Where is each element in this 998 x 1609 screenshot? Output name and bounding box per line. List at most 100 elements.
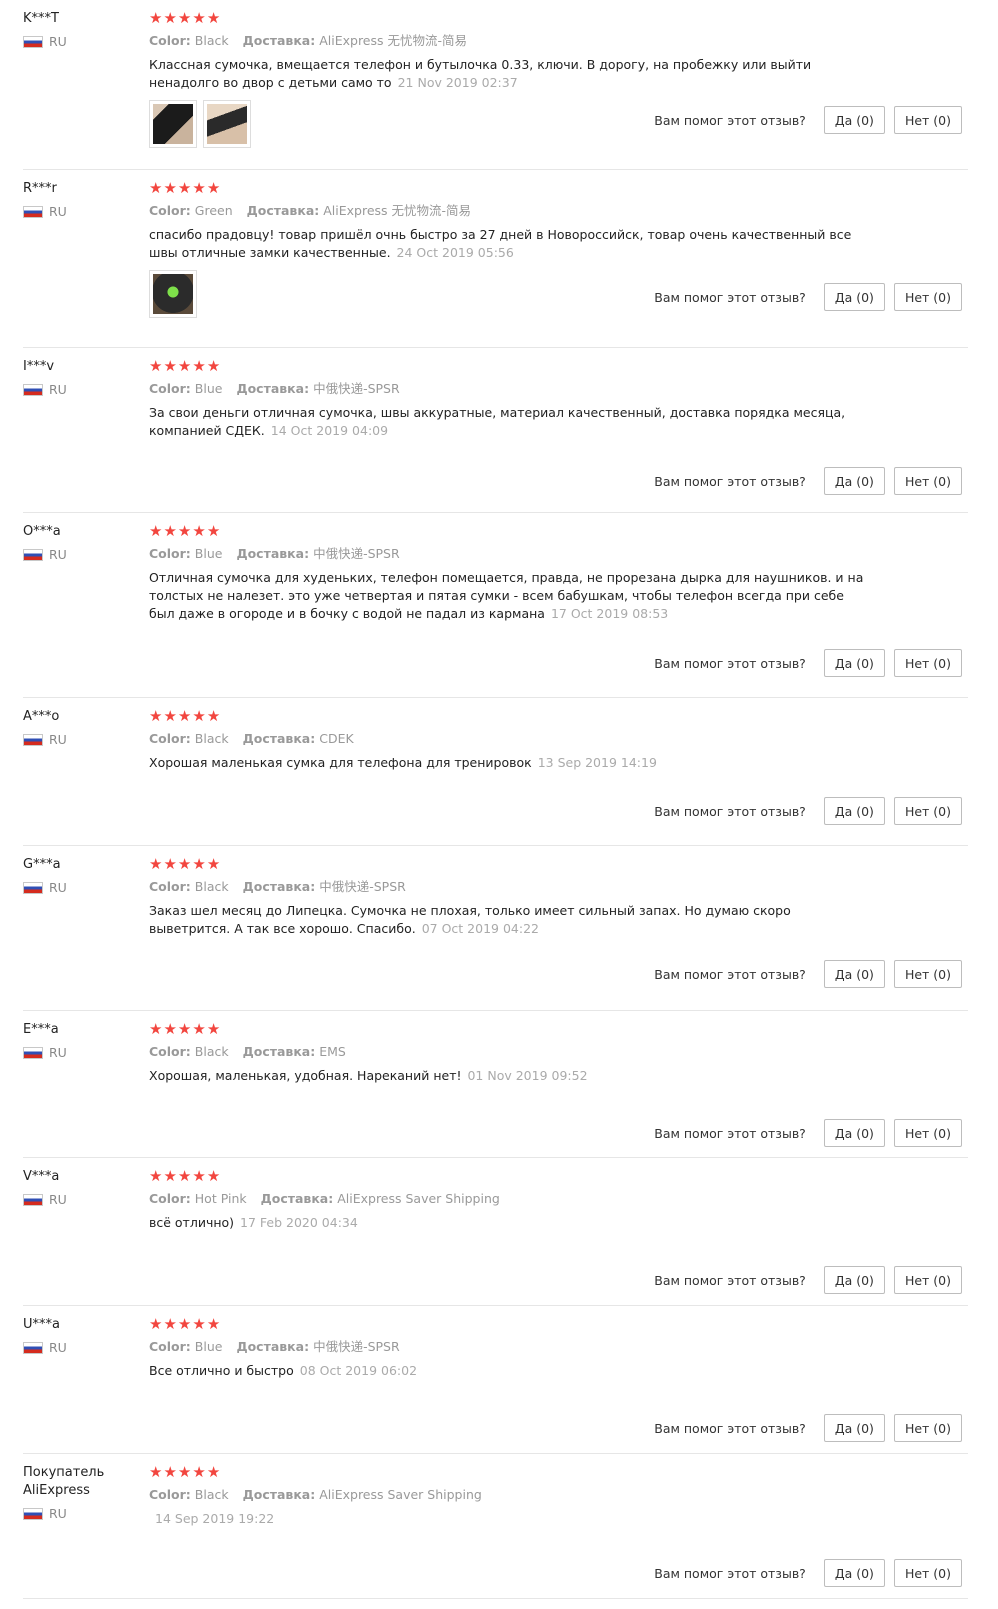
vote-yes-button[interactable]: Да (0)	[823, 467, 885, 495]
vote-no-button[interactable]: Нет (0)	[893, 1414, 962, 1442]
star-icon: ★	[206, 179, 222, 197]
vote-yes-button[interactable]: Да (0)	[823, 1414, 885, 1442]
helpful-question: Вам помог этот отзыв?	[654, 1125, 806, 1141]
vote-yes-button[interactable]: Да (0)	[823, 283, 885, 311]
star-icon: ★	[177, 1315, 193, 1333]
reviewer-name: V***a	[23, 1169, 60, 1184]
star-icon: ★	[206, 1315, 222, 1333]
vote-no-button[interactable]: Нет (0)	[893, 1559, 962, 1587]
vote-no-button[interactable]: Нет (0)	[893, 283, 962, 311]
star-icon: ★	[149, 357, 164, 375]
order-info: Color: Black Доставка: AliExpress 无忧物流-简…	[149, 33, 869, 49]
vote-no-button[interactable]: Нет (0)	[893, 797, 962, 825]
color-value: Black	[194, 879, 229, 894]
reviewer-info: K***T RU	[23, 10, 133, 49]
reviewer-info: I***v RU	[23, 358, 133, 397]
helpful-vote: Вам помог этот отзыв? Да (0) Нет (0)	[654, 1266, 962, 1294]
shipping-value: 中俄快递-SPSR	[319, 879, 406, 894]
reviewer-info: A***o RU	[23, 708, 133, 747]
star-icon: ★	[163, 1167, 178, 1185]
review-content: ★★★★★ Color: Blue Доставка: 中俄快递-SPSR Вс…	[149, 1316, 869, 1380]
review-photo-thumbnail[interactable]	[203, 100, 251, 148]
reviewer-country: RU	[23, 204, 133, 219]
country-code: RU	[49, 382, 67, 397]
star-rating: ★★★★★	[149, 1464, 869, 1480]
review-photo-thumbnail[interactable]	[149, 270, 197, 318]
star-icon: ★	[192, 1020, 207, 1038]
shipping-label: Доставка:	[242, 33, 316, 48]
reviewer-country: RU	[23, 1192, 133, 1207]
star-icon: ★	[192, 855, 207, 873]
vote-yes-button[interactable]: Да (0)	[823, 1119, 885, 1147]
review-text: Хорошая, маленькая, удобная. Нареканий н…	[149, 1068, 462, 1083]
star-rating: ★★★★★	[149, 708, 869, 724]
shipping-value: AliExpress 无忧物流-简易	[319, 33, 468, 48]
vote-yes-button[interactable]: Да (0)	[823, 106, 885, 134]
vote-yes-button[interactable]: Да (0)	[823, 1266, 885, 1294]
color-label: Color:	[149, 1339, 191, 1354]
star-icon: ★	[163, 707, 178, 725]
star-icon: ★	[192, 1463, 207, 1481]
order-info: Color: Blue Доставка: 中俄快递-SPSR	[149, 546, 869, 562]
review-text: Хорошая маленькая сумка для телефона для…	[149, 755, 532, 770]
review-date: 24 Oct 2019 05:56	[396, 245, 514, 260]
reviewer-country: RU	[23, 34, 133, 49]
helpful-vote: Вам помог этот отзыв? Да (0) Нет (0)	[654, 649, 962, 677]
vote-yes-button[interactable]: Да (0)	[823, 1559, 885, 1587]
vote-no-button[interactable]: Нет (0)	[893, 960, 962, 988]
review-date: 07 Oct 2019 04:22	[421, 921, 539, 936]
color-value: Black	[194, 1044, 229, 1059]
star-icon: ★	[177, 9, 193, 27]
review-content: ★★★★★ Color: Black Доставка: AliExpress …	[149, 1464, 869, 1528]
vote-no-button[interactable]: Нет (0)	[893, 649, 962, 677]
vote-no-button[interactable]: Нет (0)	[893, 106, 962, 134]
reviewer-country: RU	[23, 1045, 133, 1060]
helpful-question: Вам помог этот отзыв?	[654, 1420, 806, 1436]
star-icon: ★	[206, 855, 222, 873]
feedback-list: K***T RU ★★★★★ Color: Black Доставка: Al…	[0, 0, 998, 1609]
reviewer-name: G***a	[23, 857, 61, 872]
helpful-question: Вам помог этот отзыв?	[654, 1565, 806, 1581]
review-text-block: Заказ шел месяц до Липецка. Сумочка не п…	[149, 902, 869, 938]
vote-yes-button[interactable]: Да (0)	[823, 649, 885, 677]
reviewer-info: R***r RU	[23, 180, 133, 219]
star-icon: ★	[206, 1463, 222, 1481]
review-date: 21 Nov 2019 02:37	[397, 75, 518, 90]
star-rating: ★★★★★	[149, 1021, 869, 1037]
star-icon: ★	[163, 357, 178, 375]
country-code: RU	[49, 1045, 67, 1060]
reviewer-info: E***a RU	[23, 1021, 133, 1060]
review-date: 14 Sep 2019 19:22	[155, 1511, 275, 1526]
vote-yes-button[interactable]: Да (0)	[823, 960, 885, 988]
reviewer-name: K***T	[23, 11, 59, 26]
review-text-block: Хорошая, маленькая, удобная. Нареканий н…	[149, 1067, 869, 1085]
reviewer-country: RU	[23, 732, 133, 747]
shipping-value: CDEK	[319, 731, 354, 746]
helpful-question: Вам помог этот отзыв?	[654, 289, 806, 305]
vote-no-button[interactable]: Нет (0)	[893, 1266, 962, 1294]
star-rating: ★★★★★	[149, 358, 869, 374]
order-info: Color: Green Доставка: AliExpress 无忧物流-简…	[149, 203, 869, 219]
helpful-vote: Вам помог этот отзыв? Да (0) Нет (0)	[654, 1414, 962, 1442]
russia-flag-icon	[23, 383, 43, 396]
star-icon: ★	[192, 179, 207, 197]
order-info: Color: Blue Доставка: 中俄快递-SPSR	[149, 381, 869, 397]
reviewer-name: E***a	[23, 1022, 59, 1037]
color-label: Color:	[149, 33, 191, 48]
country-code: RU	[49, 732, 67, 747]
russia-flag-icon	[23, 35, 43, 48]
russia-flag-icon	[23, 1046, 43, 1059]
vote-yes-button[interactable]: Да (0)	[823, 797, 885, 825]
star-icon: ★	[206, 1020, 222, 1038]
vote-no-button[interactable]: Нет (0)	[893, 1119, 962, 1147]
star-icon: ★	[163, 1463, 178, 1481]
order-info: Color: Black Доставка: CDEK	[149, 731, 869, 747]
review-text: Все отлично и быстро	[149, 1363, 294, 1378]
reviewer-country: RU	[23, 1506, 133, 1521]
star-icon: ★	[206, 1167, 222, 1185]
helpful-question: Вам помог этот отзыв?	[654, 803, 806, 819]
review-photo-thumbnail[interactable]	[149, 100, 197, 148]
reviewer-country: RU	[23, 547, 133, 562]
reviewer-name: U***a	[23, 1317, 60, 1332]
vote-no-button[interactable]: Нет (0)	[893, 467, 962, 495]
